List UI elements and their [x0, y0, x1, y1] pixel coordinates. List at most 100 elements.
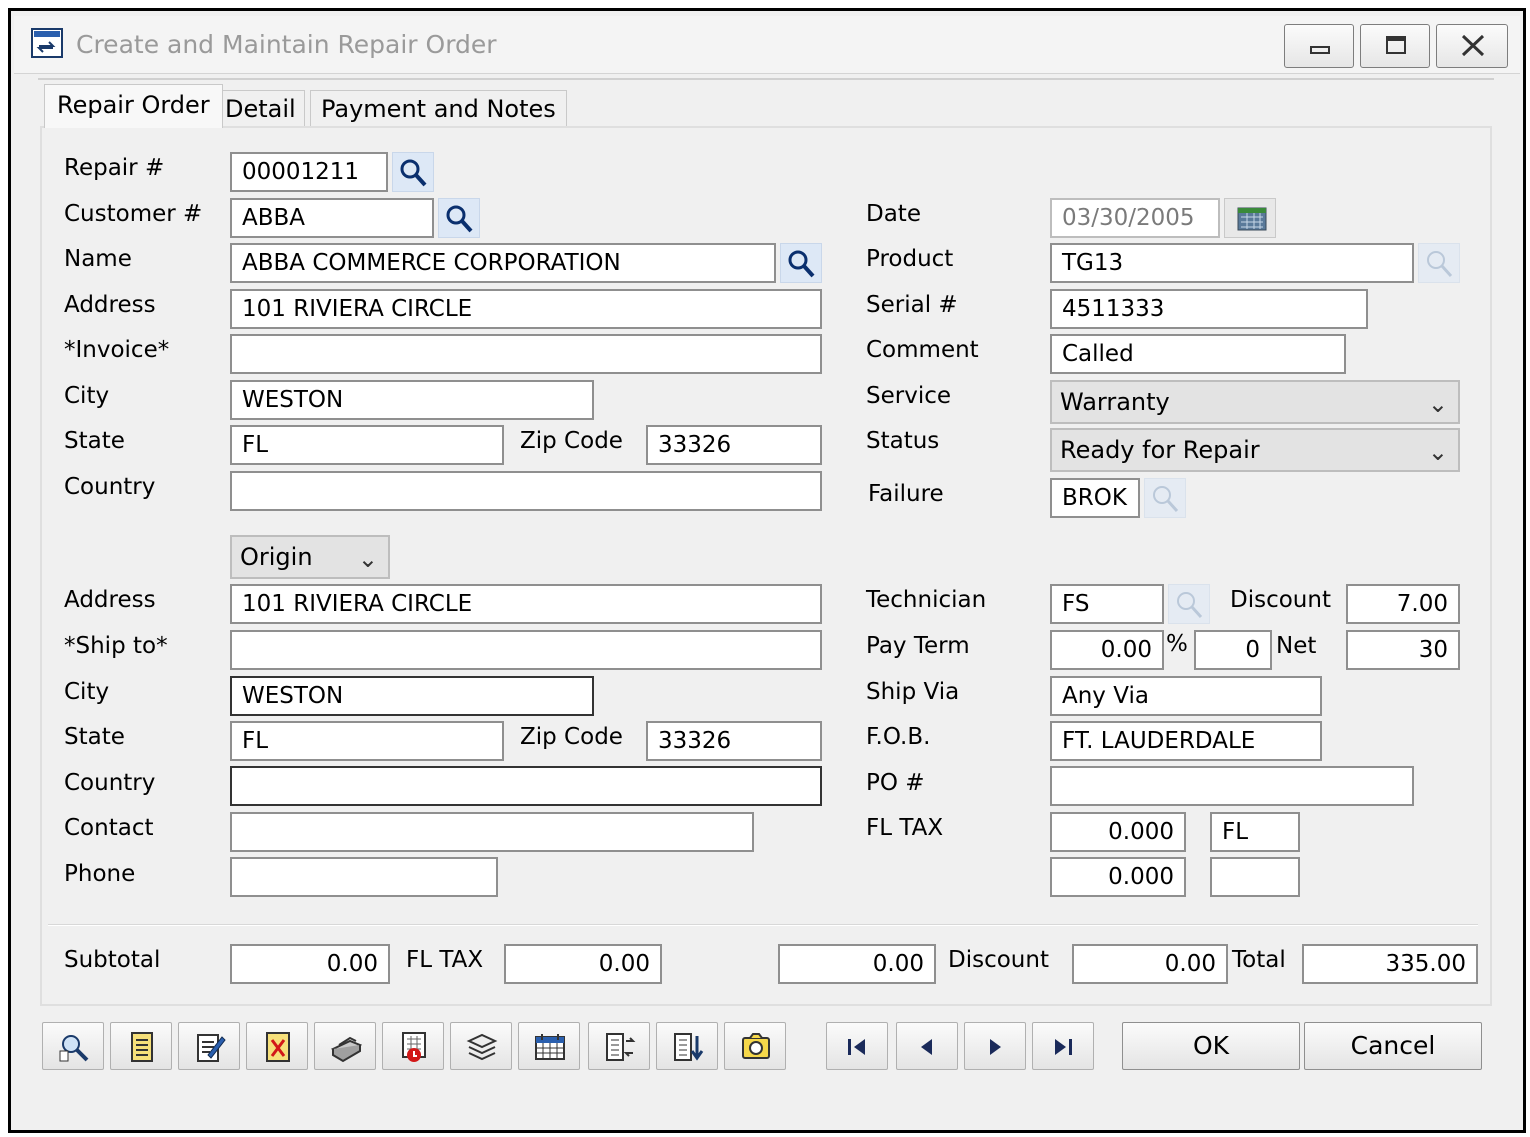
ship-state-field[interactable]: FL — [230, 721, 504, 761]
totals-tax-field: 0.00 — [504, 944, 662, 984]
state-label: State — [64, 428, 125, 454]
ship-country-label: Country — [64, 770, 156, 796]
address-label: Address — [64, 292, 156, 318]
first-record-icon — [848, 1039, 865, 1055]
failure-field[interactable]: BROK — [1050, 478, 1140, 518]
fob-field[interactable]: FT. LAUDERDALE — [1050, 721, 1322, 761]
calculator-icon — [402, 1032, 426, 1062]
contact-field[interactable] — [230, 812, 754, 852]
origin-select[interactable]: Origin ⌄ — [230, 535, 390, 579]
ship-zip-field[interactable]: 33326 — [646, 721, 822, 761]
technician-search-button[interactable] — [1168, 584, 1210, 624]
search-icon — [1427, 251, 1453, 278]
tax2-rate-field[interactable]: 0.000 — [1050, 857, 1186, 897]
address-field[interactable]: 101 RIVIERA CIRCLE — [230, 289, 822, 329]
title-bar: Create and Maintain Repair Order — [14, 16, 1520, 74]
new-document-button[interactable] — [110, 1022, 172, 1070]
comment-field[interactable]: Called — [1050, 334, 1346, 374]
serial-field[interactable]: 4511333 — [1050, 289, 1368, 329]
last-record-button[interactable] — [1032, 1022, 1094, 1070]
total-label: Total — [1232, 947, 1286, 973]
name-label: Name — [64, 246, 132, 272]
tax2-code-field[interactable] — [1210, 857, 1300, 897]
close-icon — [1461, 34, 1485, 57]
ship-state-label: State — [64, 724, 125, 750]
delete-button[interactable] — [246, 1022, 308, 1070]
failure-search-button[interactable] — [1144, 478, 1186, 518]
schedule-button[interactable] — [518, 1022, 580, 1070]
invoice-field[interactable] — [230, 334, 822, 374]
previous-record-button[interactable] — [896, 1022, 958, 1070]
ship-city-field[interactable]: WESTON — [230, 676, 594, 716]
edit-button[interactable] — [178, 1022, 240, 1070]
ship-address-field[interactable]: 101 RIVIERA CIRCLE — [230, 584, 822, 624]
first-record-button[interactable] — [826, 1022, 888, 1070]
search-icon — [1177, 592, 1203, 619]
subtotal-field: 0.00 — [230, 944, 390, 984]
service-select[interactable]: Warranty ⌄ — [1050, 380, 1460, 424]
product-search-button[interactable] — [1418, 243, 1460, 283]
ship-to-field[interactable] — [230, 630, 822, 670]
product-field[interactable]: TG13 — [1050, 243, 1414, 283]
sort-icon — [674, 1033, 704, 1061]
phone-field[interactable] — [230, 857, 498, 897]
customer-search-button[interactable] — [438, 198, 480, 238]
transfer-button[interactable] — [588, 1022, 650, 1070]
chevron-down-icon: ⌄ — [1427, 390, 1448, 418]
state-field[interactable]: FL — [230, 425, 504, 465]
tax1-rate-field[interactable]: 0.000 — [1050, 812, 1186, 852]
camera-button[interactable] — [724, 1022, 786, 1070]
ship-via-field[interactable]: Any Via — [1050, 676, 1322, 716]
document-icon — [131, 1032, 153, 1062]
search-icon — [788, 250, 815, 278]
find-button[interactable] — [42, 1022, 104, 1070]
restore-button[interactable] — [1360, 24, 1430, 68]
fob-label: F.O.B. — [866, 724, 931, 750]
ship-city-label: City — [64, 679, 110, 705]
cancel-button[interactable]: Cancel — [1304, 1022, 1482, 1070]
camera-icon — [742, 1033, 770, 1059]
technician-field[interactable]: FS — [1050, 584, 1164, 624]
repair-search-button[interactable] — [392, 152, 434, 192]
stack-button[interactable] — [450, 1022, 512, 1070]
repair-number-field[interactable]: 00001211 — [230, 152, 388, 192]
country-field[interactable] — [230, 471, 822, 511]
ship-zip-label: Zip Code — [520, 724, 623, 750]
status-select[interactable]: Ready for Repair ⌄ — [1050, 428, 1460, 472]
pay-term-percent-field[interactable]: 0.00 — [1050, 630, 1164, 670]
previous-record-icon — [921, 1039, 932, 1055]
name-search-button[interactable] — [780, 243, 822, 283]
po-field[interactable] — [1050, 766, 1414, 806]
delete-icon — [266, 1032, 290, 1062]
comment-label: Comment — [866, 337, 979, 363]
stack-icon — [466, 1033, 498, 1061]
totals-divider — [48, 924, 1478, 926]
zip-field[interactable]: 33326 — [646, 425, 822, 465]
calendar-button[interactable] — [1224, 198, 1276, 238]
tab-payment-and-notes[interactable]: Payment and Notes — [310, 90, 567, 128]
discount-field[interactable]: 7.00 — [1346, 584, 1460, 624]
date-field[interactable]: 03/30/2005 — [1050, 198, 1220, 238]
close-button[interactable] — [1436, 24, 1508, 68]
minimize-button[interactable] — [1284, 24, 1354, 68]
net-field[interactable]: 30 — [1346, 630, 1460, 670]
next-record-icon — [990, 1039, 1001, 1055]
search-icon — [1153, 486, 1179, 513]
customer-number-field[interactable]: ABBA — [230, 198, 434, 238]
ship-country-field[interactable] — [230, 766, 822, 806]
tax1-code-field[interactable]: FL — [1210, 812, 1300, 852]
tab-strip-line — [38, 78, 1494, 80]
chevron-down-icon: ⌄ — [357, 545, 378, 573]
name-field[interactable]: ABBA COMMERCE CORPORATION — [230, 243, 776, 283]
tab-repair-order[interactable]: Repair Order — [44, 84, 223, 128]
sort-button[interactable] — [656, 1022, 718, 1070]
pay-term-days-field[interactable]: 0 — [1194, 630, 1272, 670]
print-button[interactable] — [314, 1022, 376, 1070]
next-record-button[interactable] — [964, 1022, 1026, 1070]
tab-detail[interactable]: Detail — [216, 90, 305, 128]
city-field[interactable]: WESTON — [230, 380, 594, 420]
calculator-button[interactable] — [382, 1022, 444, 1070]
ok-button[interactable]: OK — [1122, 1022, 1300, 1070]
city-label: City — [64, 383, 110, 409]
search-icon — [400, 159, 427, 187]
